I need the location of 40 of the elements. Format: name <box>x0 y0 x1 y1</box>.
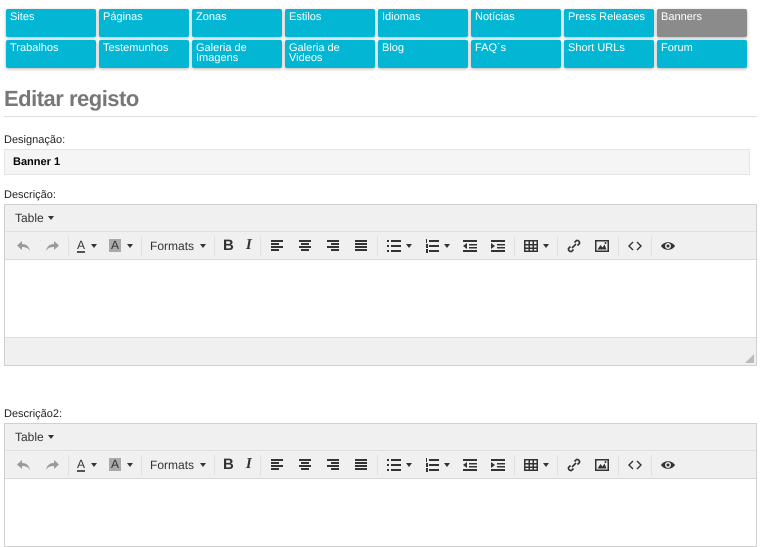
menu-button[interactable]: Table <box>9 429 60 445</box>
italic-button[interactable]: I <box>240 454 257 474</box>
input-field[interactable]: Banner 1 <box>4 149 750 175</box>
nav-tab[interactable]: Testemunhos <box>99 40 189 68</box>
nav-tab[interactable]: Galeria de Imagens <box>192 40 282 68</box>
bold-button[interactable]: B <box>218 236 239 256</box>
table-icon[interactable] <box>522 238 539 254</box>
numbered-list-icon[interactable] <box>424 456 440 472</box>
nav-tab[interactable]: Páginas <box>99 9 189 37</box>
nav-tab[interactable]: Press Releases <box>564 9 654 37</box>
table-icon[interactable] <box>522 456 539 472</box>
bullet-list-icon[interactable] <box>386 456 402 472</box>
text-color-button[interactable]: A <box>72 454 102 474</box>
nav-tab[interactable]: Galeria de Videos <box>285 40 375 68</box>
formats-menu[interactable]: Formats <box>145 454 212 474</box>
nav-tab[interactable]: Sites <box>6 9 96 37</box>
nav-tab[interactable]: Short URLs <box>564 40 654 68</box>
nav-tab[interactable]: Zonas <box>192 9 282 37</box>
background-color-button[interactable]: A <box>104 236 138 256</box>
nav-tab[interactable]: Notícias <box>471 9 561 37</box>
nav-tab[interactable]: Trabalhos <box>6 40 96 68</box>
menu-button[interactable]: Table <box>9 210 60 226</box>
field-label: Designação: <box>4 134 66 146</box>
nav-tab[interactable]: FAQ´s <box>471 40 561 68</box>
numbered-list-icon[interactable] <box>424 238 440 254</box>
nav-tab[interactable]: Blog <box>378 40 468 68</box>
nav-tab[interactable]: Estilos <box>285 9 375 37</box>
formats-menu[interactable]: Formats <box>145 236 212 256</box>
text-color-button[interactable]: A <box>72 236 102 256</box>
background-color-button[interactable]: A <box>104 454 138 474</box>
nav-tab[interactable]: Idiomas <box>378 9 468 37</box>
nav-tab[interactable]: Banners <box>657 9 747 37</box>
bullet-list-icon[interactable] <box>386 238 402 254</box>
bold-button[interactable]: B <box>218 454 239 474</box>
nav-tab[interactable]: Forum <box>657 40 747 68</box>
field-label: Descrição2: <box>4 408 64 420</box>
field-label: Descrição: <box>4 189 57 201</box>
page-title: Editar registo <box>4 86 757 117</box>
resize-handle-icon[interactable] <box>745 354 754 363</box>
italic-button[interactable]: I <box>240 236 257 256</box>
